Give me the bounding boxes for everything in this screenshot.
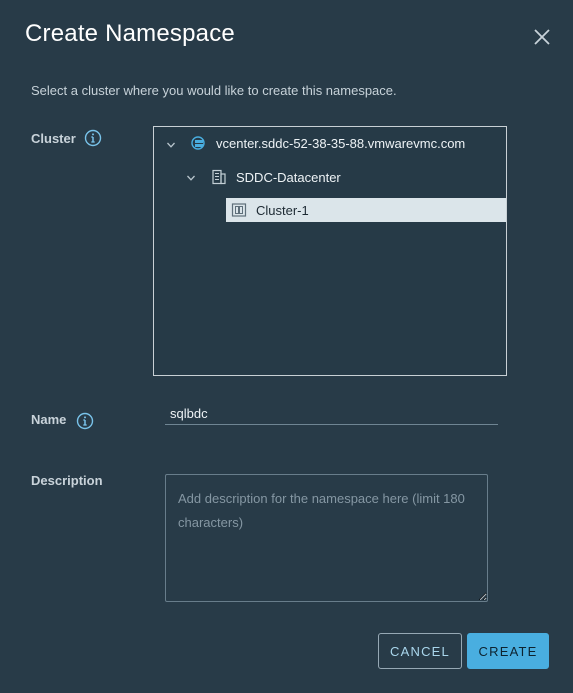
cluster-info-icon[interactable] — [84, 129, 102, 147]
name-label: Name — [31, 412, 67, 427]
name-input[interactable] — [165, 402, 498, 425]
cancel-button[interactable]: CANCEL — [378, 633, 462, 669]
tree-node-cluster-1[interactable]: Cluster-1 — [226, 198, 506, 222]
dialog-subtitle: Select a cluster where you would like to… — [31, 83, 397, 98]
chevron-down-icon[interactable] — [166, 140, 176, 150]
tree-node-label: SDDC-Datacenter — [236, 169, 341, 185]
tree-node-datacenter[interactable]: SDDC-Datacenter — [210, 165, 341, 189]
cluster-label: Cluster — [31, 131, 76, 146]
tree-node-label: Cluster-1 — [256, 202, 309, 218]
close-icon — [534, 29, 550, 45]
create-namespace-dialog: Create Namespace Select a cluster where … — [0, 0, 573, 693]
cluster-tree: vcenter.sddc-52-38-35-88.vmwarevmc.com S… — [153, 126, 507, 376]
tree-node-label: vcenter.sddc-52-38-35-88.vmwarevmc.com — [216, 135, 466, 151]
description-textarea[interactable] — [165, 474, 488, 602]
name-info-icon[interactable] — [76, 412, 94, 430]
chevron-down-icon[interactable] — [186, 173, 196, 183]
datacenter-icon — [212, 169, 226, 185]
tree-node-vcenter[interactable]: vcenter.sddc-52-38-35-88.vmwarevmc.com — [190, 131, 465, 155]
vcenter-icon — [191, 136, 205, 150]
cluster-icon — [231, 203, 247, 217]
description-label: Description — [31, 473, 103, 488]
dialog-title: Create Namespace — [25, 20, 235, 47]
create-button[interactable]: CREATE — [467, 633, 549, 669]
close-button[interactable] — [530, 25, 554, 49]
